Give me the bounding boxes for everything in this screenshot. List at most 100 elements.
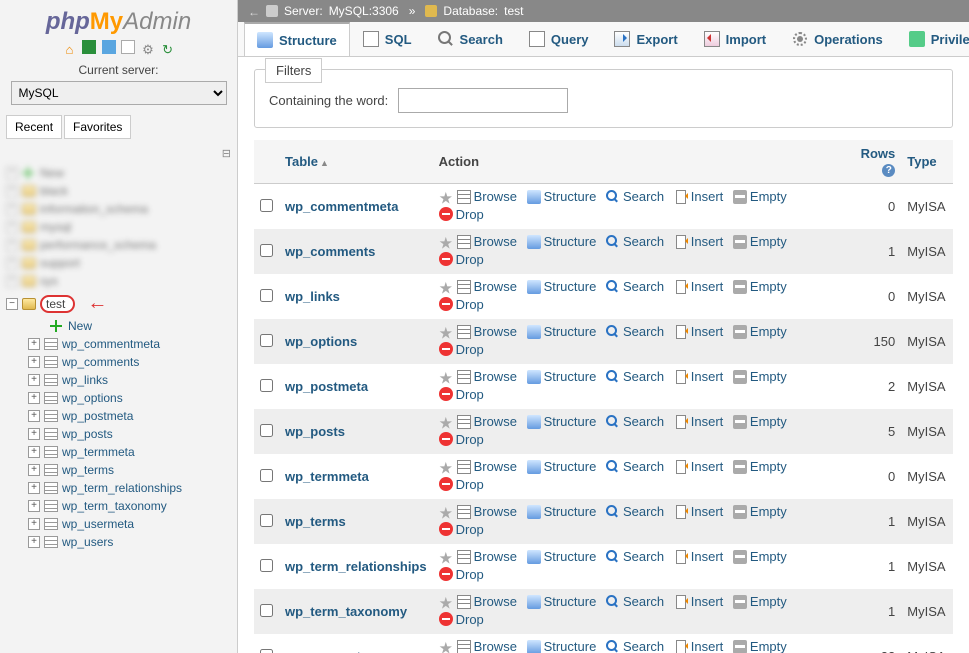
table-name-link[interactable]: wp_posts [285, 424, 345, 439]
favorite-star-icon[interactable]: ★ [439, 551, 453, 568]
drop-action[interactable]: Drop [439, 432, 484, 447]
tab-privileges[interactable]: Privile [896, 22, 969, 56]
empty-action[interactable]: Empty [733, 234, 787, 249]
favorite-star-icon[interactable]: ★ [439, 416, 453, 433]
docs-icon[interactable] [102, 40, 116, 54]
tab-export[interactable]: Export [601, 22, 690, 56]
favorite-star-icon[interactable]: ★ [439, 461, 453, 478]
empty-action[interactable]: Empty [733, 639, 787, 653]
collapse-sidebar-icon[interactable]: ← [248, 5, 260, 17]
filter-input[interactable] [398, 88, 568, 113]
home-icon[interactable]: ⌂ [62, 42, 76, 56]
structure-action[interactable]: Structure [527, 459, 597, 474]
search-action[interactable]: Search [606, 234, 664, 249]
table-name-link[interactable]: wp_commentmeta [285, 199, 398, 214]
row-checkbox[interactable] [260, 289, 273, 302]
expand-icon[interactable]: + [6, 221, 18, 233]
table-tree-item[interactable]: +wp_users [6, 533, 231, 551]
search-action[interactable]: Search [606, 594, 664, 609]
empty-action[interactable]: Empty [733, 414, 787, 429]
logout-icon[interactable] [82, 40, 96, 54]
table-tree-item[interactable]: +wp_terms [6, 461, 231, 479]
empty-action[interactable]: Empty [733, 594, 787, 609]
table-name-link[interactable]: wp_term_taxonomy [285, 604, 407, 619]
tab-import[interactable]: Import [691, 22, 779, 56]
db-tree-item[interactable]: +New [6, 164, 231, 182]
tab-structure[interactable]: Structure [244, 22, 350, 57]
structure-action[interactable]: Structure [527, 324, 597, 339]
table-tree-item[interactable]: +wp_commentmeta [6, 335, 231, 353]
table-name-link[interactable]: wp_term_relationships [285, 559, 427, 574]
server-select[interactable]: MySQL [11, 81, 227, 105]
insert-action[interactable]: Insert [674, 504, 724, 519]
browse-action[interactable]: Browse [457, 594, 517, 609]
search-action[interactable]: Search [606, 549, 664, 564]
reload-icon[interactable]: ↻ [161, 42, 175, 56]
empty-action[interactable]: Empty [733, 459, 787, 474]
row-checkbox[interactable] [260, 244, 273, 257]
search-action[interactable]: Search [606, 369, 664, 384]
table-name-link[interactable]: wp_options [285, 334, 357, 349]
expand-icon[interactable]: + [6, 203, 18, 215]
tab-sql[interactable]: SQL [350, 22, 425, 56]
row-checkbox[interactable] [260, 424, 273, 437]
drop-action[interactable]: Drop [439, 567, 484, 582]
browse-action[interactable]: Browse [457, 639, 517, 653]
structure-action[interactable]: Structure [527, 504, 597, 519]
db-tree-item[interactable]: +information_schema [6, 200, 231, 218]
tab-favorites[interactable]: Favorites [64, 115, 131, 139]
empty-action[interactable]: Empty [733, 189, 787, 204]
expand-icon[interactable]: + [28, 338, 40, 350]
insert-action[interactable]: Insert [674, 594, 724, 609]
row-checkbox[interactable] [260, 559, 273, 572]
favorite-star-icon[interactable]: ★ [439, 596, 453, 613]
tab-recent[interactable]: Recent [6, 115, 62, 139]
row-checkbox[interactable] [260, 469, 273, 482]
search-action[interactable]: Search [606, 414, 664, 429]
expand-icon[interactable]: + [28, 482, 40, 494]
table-tree-item[interactable]: +wp_postmeta [6, 407, 231, 425]
table-tree-item[interactable]: +wp_options [6, 389, 231, 407]
expand-icon[interactable]: + [28, 536, 40, 548]
insert-action[interactable]: Insert [674, 549, 724, 564]
expand-icon[interactable]: + [28, 518, 40, 530]
row-checkbox[interactable] [260, 379, 273, 392]
browse-action[interactable]: Browse [457, 234, 517, 249]
browse-action[interactable]: Browse [457, 504, 517, 519]
expand-icon[interactable]: + [28, 500, 40, 512]
browse-action[interactable]: Browse [457, 279, 517, 294]
search-action[interactable]: Search [606, 324, 664, 339]
expand-icon[interactable]: + [6, 275, 18, 287]
table-name-link[interactable]: wp_comments [285, 244, 375, 259]
tab-query[interactable]: Query [516, 22, 602, 56]
table-tree-item[interactable]: +wp_usermeta [6, 515, 231, 533]
settings-gear-icon[interactable]: ⚙ [141, 42, 155, 56]
table-name-link[interactable]: wp_postmeta [285, 379, 368, 394]
db-tree-item[interactable]: +performance_schema [6, 236, 231, 254]
tab-search[interactable]: Search [425, 22, 516, 56]
drop-action[interactable]: Drop [439, 297, 484, 312]
row-checkbox[interactable] [260, 334, 273, 347]
row-checkbox[interactable] [260, 514, 273, 527]
table-tree-item[interactable]: +wp_links [6, 371, 231, 389]
db-tree-item-active[interactable]: −test← [6, 290, 231, 317]
favorite-star-icon[interactable]: ★ [439, 506, 453, 523]
new-table-item[interactable]: New [6, 317, 231, 335]
structure-action[interactable]: Structure [527, 369, 597, 384]
search-action[interactable]: Search [606, 189, 664, 204]
drop-action[interactable]: Drop [439, 522, 484, 537]
expand-icon[interactable]: + [6, 239, 18, 251]
expand-icon[interactable]: + [28, 446, 40, 458]
structure-action[interactable]: Structure [527, 639, 597, 653]
browse-action[interactable]: Browse [457, 369, 517, 384]
table-tree-item[interactable]: +wp_termmeta [6, 443, 231, 461]
col-type[interactable]: Type [901, 140, 953, 184]
insert-action[interactable]: Insert [674, 234, 724, 249]
drop-action[interactable]: Drop [439, 342, 484, 357]
structure-action[interactable]: Structure [527, 234, 597, 249]
table-name-link[interactable]: wp_links [285, 289, 340, 304]
expand-icon[interactable]: + [28, 428, 40, 440]
browse-action[interactable]: Browse [457, 324, 517, 339]
insert-action[interactable]: Insert [674, 459, 724, 474]
favorite-star-icon[interactable]: ★ [439, 281, 453, 298]
